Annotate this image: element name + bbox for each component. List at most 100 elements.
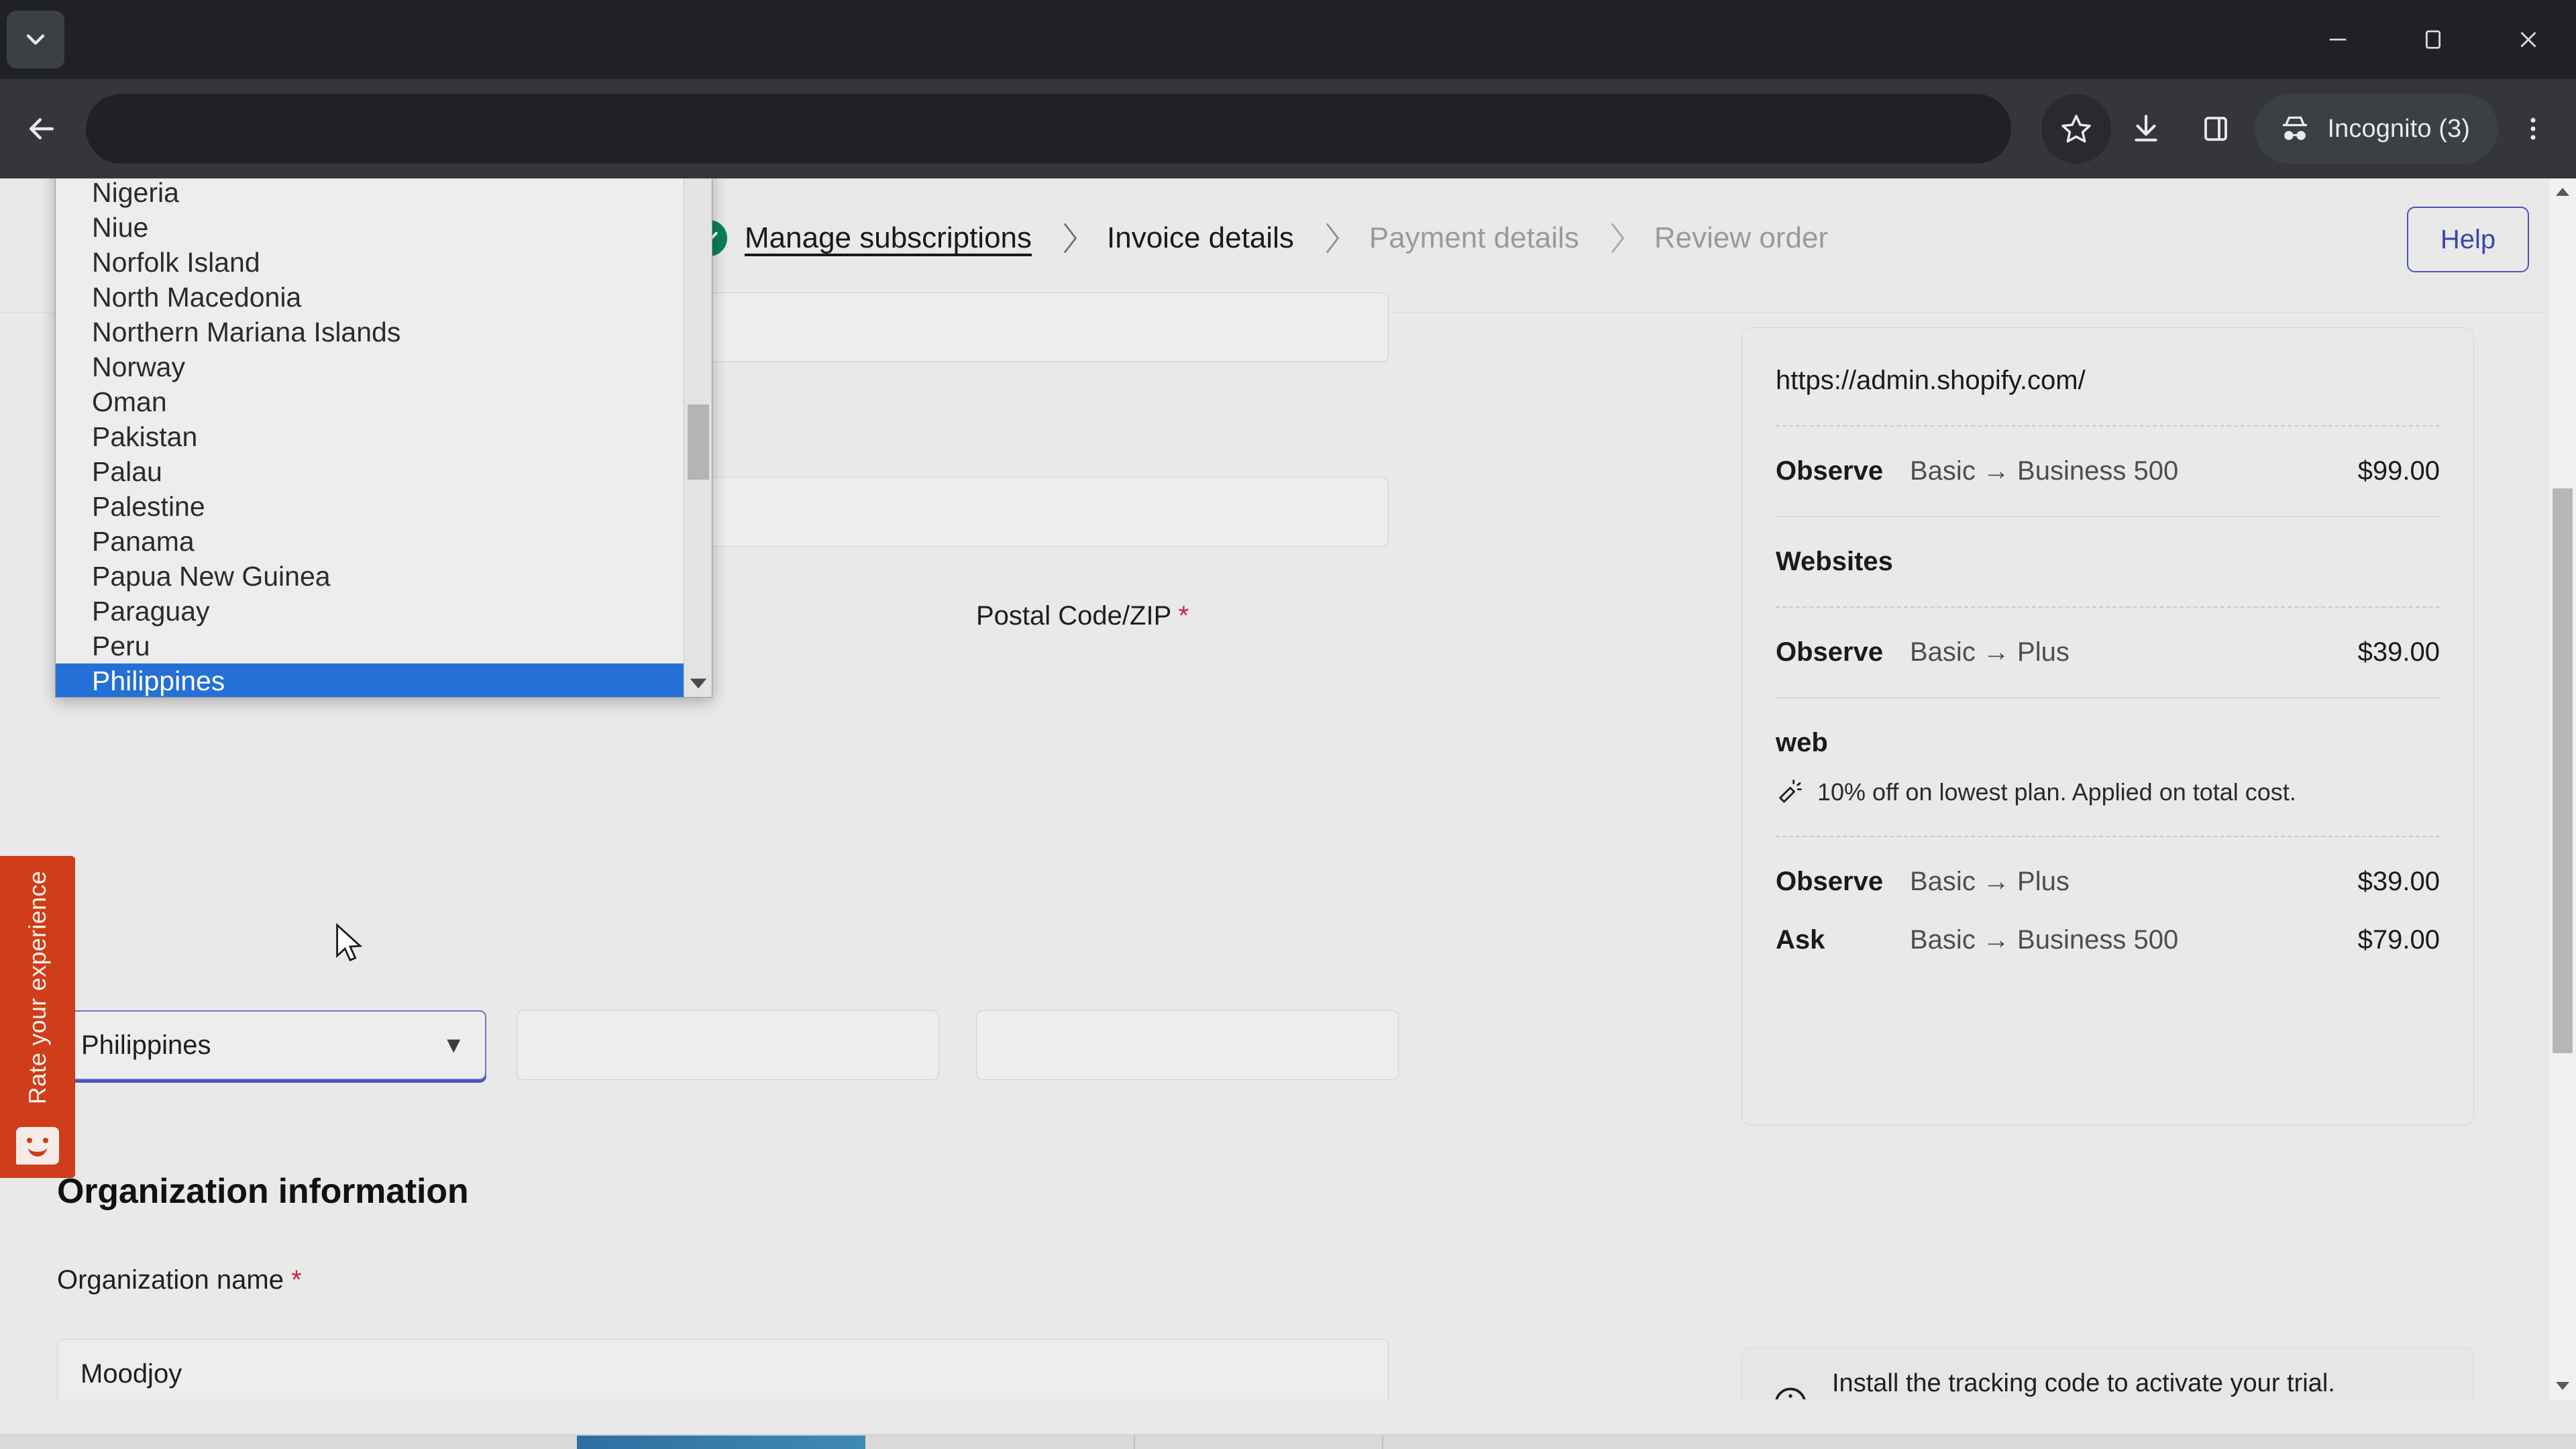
incognito-indicator[interactable]: Incognito (3) [2255, 94, 2498, 164]
taskbar-window-preview[interactable] [577, 1436, 865, 1449]
downloads-button[interactable] [2111, 94, 2181, 164]
country-option[interactable]: Paraguay [56, 594, 685, 629]
country-option[interactable]: Northern Mariana Islands [56, 315, 685, 350]
required-asterisk: * [1178, 601, 1189, 631]
organization-name-input[interactable]: Moodjoy [57, 1339, 1389, 1399]
restore-icon [2425, 30, 2441, 49]
summary-promo: 10% off on lowest plan. Applied on total… [1776, 778, 2440, 806]
breadcrumb-label: Review order [1654, 221, 1829, 254]
discount-tag-icon [1779, 780, 1802, 803]
summary-promo-text: 10% off on lowest plan. Applied on total… [1817, 778, 2296, 806]
summary-row: Ask Basic → Business 500 $79.00 [1776, 925, 2440, 955]
summary-plan-change: Basic → Plus [1910, 637, 2070, 667]
summary-row: Observe Basic → Plus $39.00 [1776, 867, 2440, 897]
download-icon [2135, 115, 2158, 142]
postal-code-input[interactable] [976, 1010, 1399, 1080]
scroll-down-arrow-icon[interactable] [684, 669, 712, 697]
incognito-label: Incognito (3) [2327, 114, 2470, 143]
divider [1776, 836, 2440, 837]
chevron-right-icon [1294, 220, 1369, 256]
close-button[interactable] [2481, 0, 2576, 79]
country-option[interactable]: Palau [56, 454, 685, 489]
browser-toolbar: Incognito (3) [0, 79, 2576, 178]
country-option[interactable]: North Macedonia [56, 280, 685, 315]
summary-row: Observe Basic → Business 500 $99.00 [1776, 456, 2440, 486]
window-controls [2290, 0, 2576, 79]
country-option[interactable]: Norfolk Island [56, 245, 685, 280]
maximize-button[interactable] [2385, 0, 2481, 79]
trial-notice: Install the tracking code to activate yo… [1741, 1347, 2474, 1399]
mouse-cursor [335, 922, 366, 968]
breadcrumb-step-payment-details: Payment details [1369, 221, 1579, 255]
trial-notice-text: Install the tracking code to activate yo… [1832, 1364, 2342, 1399]
three-dots-icon [2530, 117, 2536, 140]
os-taskbar [0, 1434, 2576, 1449]
postal-code-label-text: Postal Code/ZIP [976, 601, 1171, 631]
required-asterisk: * [291, 1265, 302, 1295]
country-option[interactable]: Oman [56, 384, 685, 419]
country-option[interactable]: Panama [56, 524, 685, 559]
bookmark-button[interactable] [2041, 94, 2112, 164]
summary-plan-change: Basic → Business 500 [1910, 456, 2179, 486]
summary-product-name: Observe [1776, 456, 1884, 486]
minimize-button[interactable] [2290, 0, 2385, 79]
country-select[interactable]: Philippines ▼ [57, 1010, 486, 1080]
info-circle-icon [1775, 1387, 1806, 1399]
divider [1776, 697, 2440, 698]
breadcrumb-step-invoice-details[interactable]: Invoice details [1107, 221, 1294, 255]
screen: Incognito (3) Manage subscriptions Invoi… [0, 0, 2576, 1449]
dropdown-scroll-thumb[interactable] [688, 405, 709, 480]
organization-section-title: Organization information [57, 1172, 469, 1211]
smiley-feedback-icon [16, 1127, 59, 1165]
summary-group-title: Websites [1776, 547, 1893, 576]
summary-product-name: Observe [1776, 637, 1884, 667]
state-province-input[interactable] [517, 1010, 939, 1080]
postal-code-label: Postal Code/ZIP * [976, 601, 1189, 631]
country-select-value: Philippines [81, 1030, 211, 1060]
divider [1776, 425, 2440, 427]
country-option[interactable]: Nigeria [56, 178, 685, 210]
country-option[interactable]: Philippines [56, 663, 685, 697]
country-option[interactable]: Niue [56, 210, 685, 245]
star-icon [2061, 115, 2092, 143]
country-option[interactable]: Papua New Guinea [56, 559, 685, 594]
order-summary-panel: https://admin.shopify.com/ Observe Basic… [1741, 327, 2474, 1126]
close-icon [2520, 32, 2536, 48]
breadcrumb-label[interactable]: Manage subscriptions [745, 221, 1032, 255]
breadcrumb-step-review-order: Review order [1654, 221, 1828, 255]
tab-search-button[interactable] [7, 11, 64, 68]
summary-price: $39.00 [2357, 867, 2440, 896]
side-panel-button[interactable] [2181, 94, 2251, 164]
browser-menu-button[interactable] [2501, 94, 2565, 164]
dropdown-scrollbar[interactable] [684, 178, 712, 697]
summary-price: $39.00 [2357, 637, 2440, 667]
page-viewport: Manage subscriptions Invoice details Pay… [0, 178, 2576, 1399]
summary-price: $79.00 [2357, 925, 2440, 955]
summary-group-title: web [1776, 728, 1828, 757]
trial-notice-line-1: Install the tracking code to activate yo… [1832, 1369, 2335, 1398]
arrow-left-icon [30, 118, 54, 140]
country-option-list[interactable]: NetherlandsNew CaledoniaNew ZealandNicar… [56, 178, 685, 697]
summary-plan-change: Basic → Plus [1910, 867, 2070, 896]
country-option[interactable]: Pakistan [56, 419, 685, 454]
breadcrumb-step-manage-subscriptions[interactable]: Manage subscriptions [691, 220, 1032, 256]
page-scroll-up-arrow-icon[interactable] [2548, 178, 2576, 205]
organization-name-label-text: Organization name [57, 1265, 284, 1295]
summary-plan-change: Basic → Business 500 [1910, 925, 2179, 955]
breadcrumb-label: Invoice details [1107, 221, 1294, 254]
country-dropdown-popup[interactable]: NetherlandsNew CaledoniaNew ZealandNicar… [55, 178, 712, 698]
page-scroll-down-arrow-icon[interactable] [2548, 1373, 2576, 1399]
summary-product-name: Ask [1776, 925, 1825, 955]
rate-your-experience-tab[interactable]: Rate your experience [0, 856, 75, 1178]
country-option[interactable]: Peru [56, 629, 685, 663]
country-option[interactable]: Norway [56, 350, 685, 384]
organization-name-label: Organization name * [57, 1265, 302, 1295]
page-scroll-thumb[interactable] [2553, 488, 2573, 1053]
country-option[interactable]: Palestine [56, 489, 685, 524]
summary-price: $99.00 [2357, 456, 2440, 486]
page-scrollbar[interactable] [2548, 178, 2576, 1399]
back-button[interactable] [4, 91, 79, 166]
help-button[interactable]: Help [2407, 207, 2529, 272]
breadcrumb: Manage subscriptions Invoice details Pay… [691, 220, 1828, 256]
address-bar[interactable] [86, 94, 2011, 164]
